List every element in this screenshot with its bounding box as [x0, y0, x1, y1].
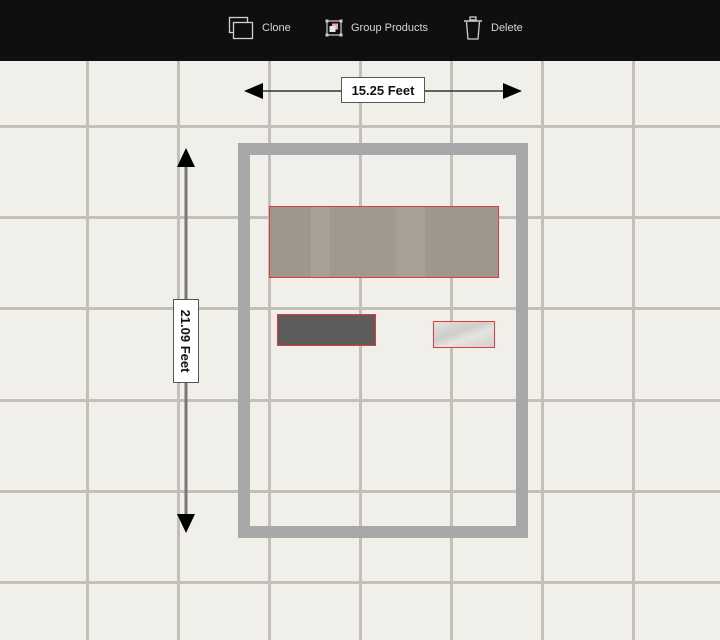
height-dimension-label: 21.09 Feet	[173, 299, 199, 383]
dimension-arrows	[177, 83, 522, 533]
arrow-down-icon	[177, 514, 195, 533]
clone-button[interactable]: Clone	[228, 14, 291, 42]
clone-icon	[228, 16, 254, 40]
width-dimension-label: 15.25 Feet	[341, 77, 425, 103]
group-products-label: Group Products	[351, 22, 429, 34]
clone-label: Clone	[262, 22, 291, 34]
floor-plan-canvas[interactable]: 15.25 Feet 21.09 Feet	[0, 61, 720, 640]
trash-icon	[464, 16, 482, 40]
delete-label: Delete	[491, 22, 523, 34]
group-products-icon	[325, 19, 343, 37]
delete-button[interactable]: Delete	[463, 14, 523, 42]
arrow-up-icon	[177, 148, 195, 167]
toolbar: Clone Group Products Delete	[0, 0, 720, 61]
group-products-button[interactable]: Group Products	[325, 14, 428, 42]
arrow-left-icon	[244, 83, 263, 99]
arrow-right-icon	[503, 83, 522, 99]
